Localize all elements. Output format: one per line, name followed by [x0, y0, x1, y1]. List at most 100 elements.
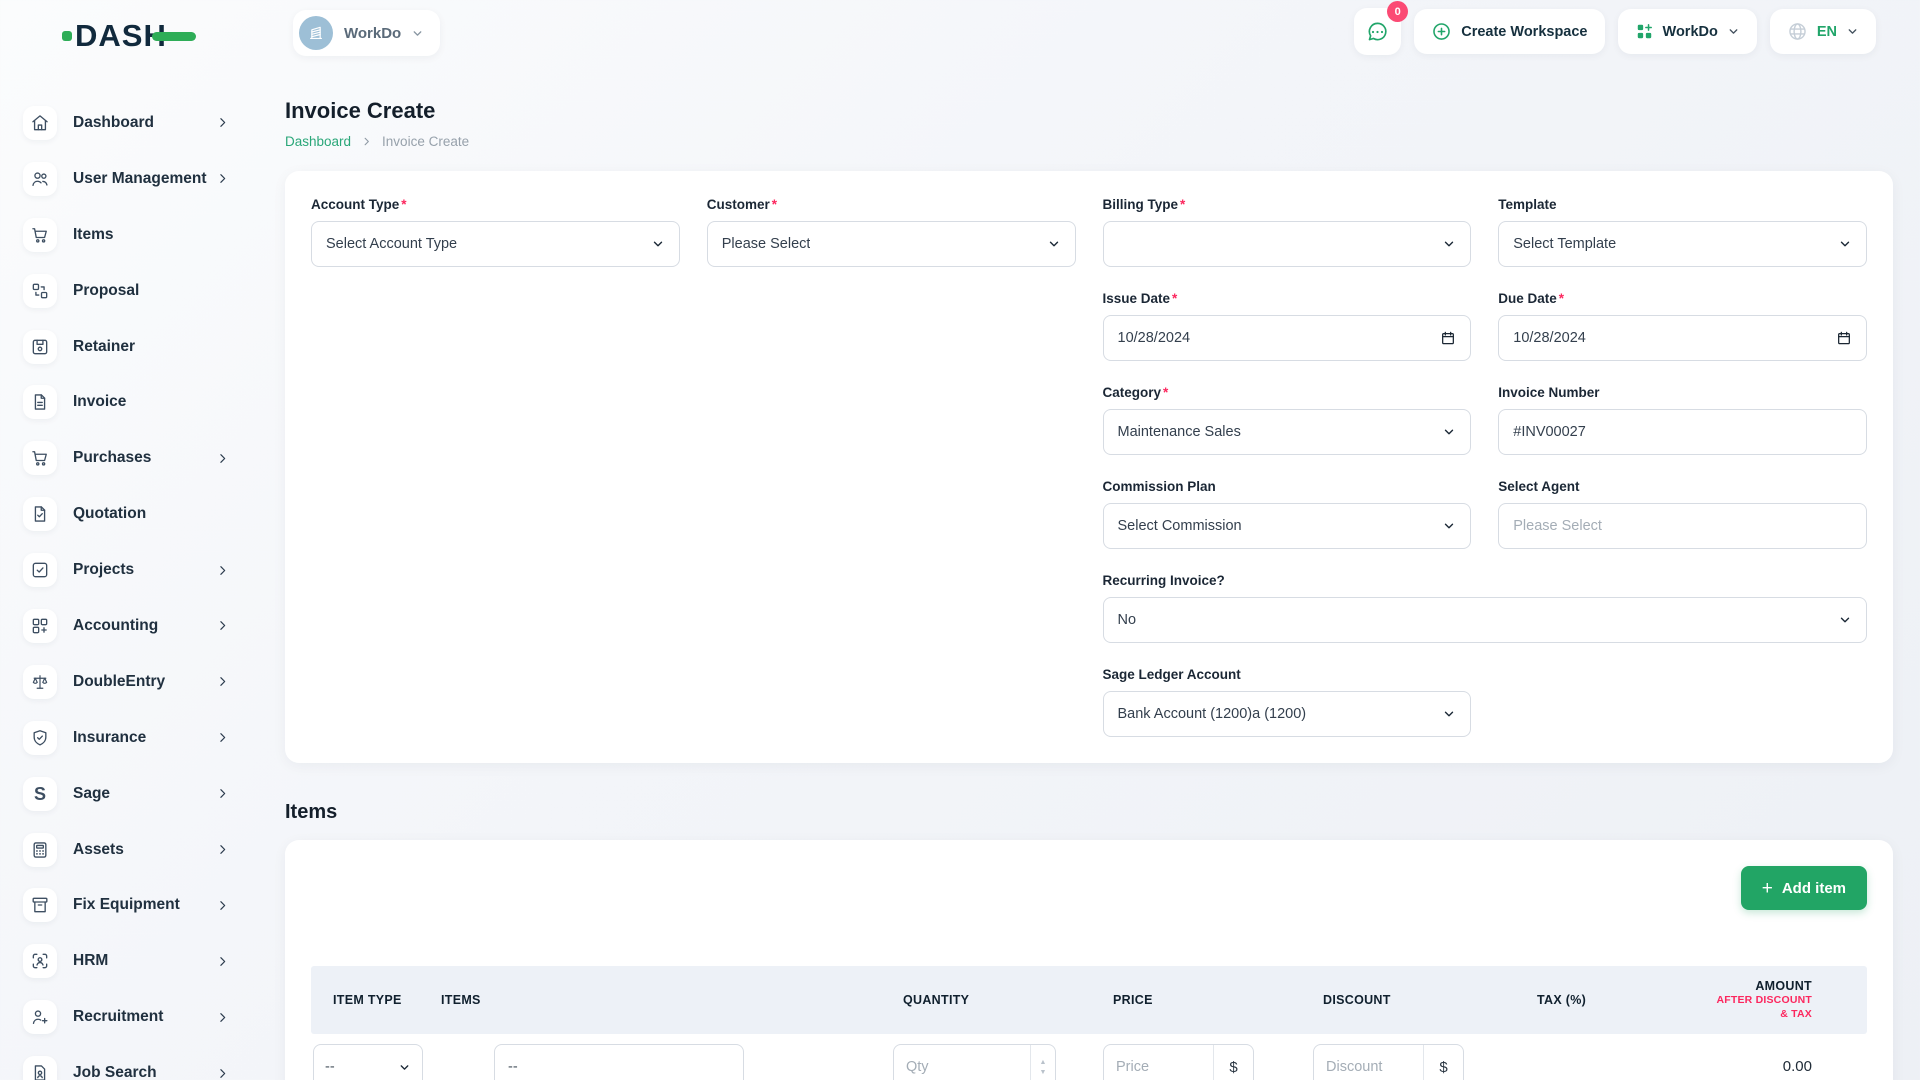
chevron-down-icon: [1442, 237, 1456, 251]
currency-suffix: $: [1423, 1045, 1463, 1080]
chevron-right-icon: [361, 136, 372, 147]
template-select[interactable]: Select Template: [1498, 221, 1867, 267]
items-table: ITEM TYPE ITEMS QUANTITY PRICE DISCOUNT …: [311, 966, 1867, 1080]
sidebar-item-proposal[interactable]: Proposal: [0, 263, 285, 319]
select-agent-wrap: [1498, 503, 1867, 549]
billing-type-select[interactable]: [1103, 221, 1472, 267]
customer-select[interactable]: Please Select: [707, 221, 1076, 267]
quantity-input[interactable]: [894, 1059, 1030, 1075]
breadcrumb-dashboard-link[interactable]: Dashboard: [285, 134, 351, 149]
discount-input[interactable]: [1314, 1059, 1423, 1075]
chevron-right-icon: [216, 172, 229, 185]
due-date-input[interactable]: 10/28/2024: [1498, 315, 1867, 361]
sidebar-nav: Dashboard User Management Items Proposal…: [0, 95, 285, 1080]
breadcrumb-current: Invoice Create: [382, 134, 469, 149]
field-sage-ledger-account: Sage Ledger Account Bank Account (1200)a…: [1103, 667, 1472, 737]
file-user-icon: [23, 1056, 57, 1080]
number-spinner[interactable]: ▲▼: [1030, 1045, 1055, 1080]
chevron-right-icon: [216, 731, 229, 744]
field-select-agent: Select Agent: [1498, 479, 1867, 549]
recurring-invoice-select[interactable]: No: [1103, 597, 1868, 643]
field-issue-date: Issue Date* 10/28/2024: [1103, 291, 1472, 361]
sidebar-item-job-search[interactable]: Job Search: [0, 1045, 285, 1080]
col-quantity: QUANTITY: [891, 993, 1101, 1007]
field-due-date: Due Date* 10/28/2024: [1498, 291, 1867, 361]
item-row: -- ▲▼: [311, 1034, 1867, 1080]
chevron-down-icon: [1442, 425, 1456, 439]
invoice-form-card: Account Type* Select Account Type Custom…: [285, 171, 1893, 763]
required-asterisk: *: [1172, 291, 1177, 306]
chevron-down-icon: [1838, 613, 1852, 627]
items-field[interactable]: [508, 1059, 730, 1075]
currency-suffix: $: [1213, 1045, 1253, 1080]
scale-icon: [23, 665, 57, 699]
sidebar-item-projects[interactable]: Projects: [0, 542, 285, 598]
chevron-down-icon: [1838, 237, 1852, 251]
archive-icon: [23, 888, 57, 922]
sidebar-item-dashboard[interactable]: Dashboard: [0, 95, 285, 151]
breadcrumb: Dashboard Invoice Create: [285, 134, 1893, 149]
sidebar-item-items[interactable]: Items: [0, 207, 285, 263]
calendar-icon: [1836, 330, 1852, 346]
sidebar-item-purchases[interactable]: Purchases: [0, 430, 285, 486]
chevron-right-icon: [216, 899, 229, 912]
required-asterisk: *: [401, 197, 406, 212]
price-input[interactable]: [1104, 1059, 1213, 1075]
sidebar-item-doubleentry[interactable]: DoubleEntry: [0, 654, 285, 710]
sidebar-item-hrm[interactable]: HRM: [0, 933, 285, 989]
quantity-field-group: ▲▼: [893, 1044, 1056, 1080]
add-item-button[interactable]: + Add item: [1741, 866, 1867, 910]
invoice-number-input[interactable]: [1513, 424, 1852, 440]
sidebar-item-recruitment[interactable]: Recruitment: [0, 989, 285, 1045]
user-plus-icon: [23, 1000, 57, 1034]
required-asterisk: *: [772, 197, 777, 212]
item-type-select[interactable]: --: [313, 1044, 423, 1080]
discount-field-group: $: [1313, 1044, 1464, 1080]
account-type-select[interactable]: Select Account Type: [311, 221, 680, 267]
chevron-down-icon: [1442, 519, 1456, 533]
chevron-right-icon: [216, 452, 229, 465]
category-select[interactable]: Maintenance Sales: [1103, 409, 1472, 455]
sidebar-item-accounting[interactable]: Accounting: [0, 598, 285, 654]
sidebar-item-fix-equipment[interactable]: Fix Equipment: [0, 877, 285, 933]
shield-check-icon: [23, 721, 57, 755]
sidebar-item-assets[interactable]: Assets: [0, 822, 285, 878]
file-check-icon: [23, 497, 57, 531]
grid-plus-icon: [23, 609, 57, 643]
col-items: ITEMS: [429, 993, 891, 1007]
items-table-header: ITEM TYPE ITEMS QUANTITY PRICE DISCOUNT …: [311, 966, 1867, 1034]
sidebar-item-sage[interactable]: S Sage: [0, 766, 285, 822]
price-field-group: $: [1103, 1044, 1254, 1080]
field-account-type: Account Type* Select Account Type: [311, 197, 680, 267]
chevron-right-icon: [216, 843, 229, 856]
main-content: Invoice Create Dashboard Invoice Create …: [285, 0, 1893, 1080]
col-amount-subheader: AFTER DISCOUNT & TAX: [1713, 994, 1812, 1021]
sidebar-item-retainer[interactable]: Retainer: [0, 319, 285, 375]
sidebar-item-invoice[interactable]: Invoice: [0, 374, 285, 430]
col-item-type: ITEM TYPE: [311, 993, 429, 1007]
col-price: PRICE: [1101, 993, 1311, 1007]
issue-date-input[interactable]: 10/28/2024: [1103, 315, 1472, 361]
chevron-right-icon: [216, 116, 229, 129]
chevron-down-icon: [651, 237, 665, 251]
sidebar-item-user-management[interactable]: User Management: [0, 151, 285, 207]
chevron-right-icon: [216, 619, 229, 632]
chevron-right-icon: [216, 675, 229, 688]
plus-icon: +: [1762, 879, 1773, 898]
logo-accent-bar: [152, 32, 196, 41]
commission-plan-select[interactable]: Select Commission: [1103, 503, 1472, 549]
select-agent-input[interactable]: [1513, 518, 1852, 534]
chevron-down-icon: [1442, 707, 1456, 721]
save-icon: [23, 330, 57, 364]
required-asterisk: *: [1180, 197, 1185, 212]
sage-icon: S: [23, 777, 57, 811]
sidebar-item-quotation[interactable]: Quotation: [0, 486, 285, 542]
field-commission-plan: Commission Plan Select Commission: [1103, 479, 1472, 549]
sage-ledger-select[interactable]: Bank Account (1200)a (1200): [1103, 691, 1472, 737]
chevron-down-icon: [1047, 237, 1061, 251]
sidebar-item-insurance[interactable]: Insurance: [0, 710, 285, 766]
chevron-right-icon: [216, 564, 229, 577]
brand-logo: DASH: [62, 20, 196, 51]
home-icon: [23, 106, 57, 140]
field-category: Category* Maintenance Sales: [1103, 385, 1472, 455]
